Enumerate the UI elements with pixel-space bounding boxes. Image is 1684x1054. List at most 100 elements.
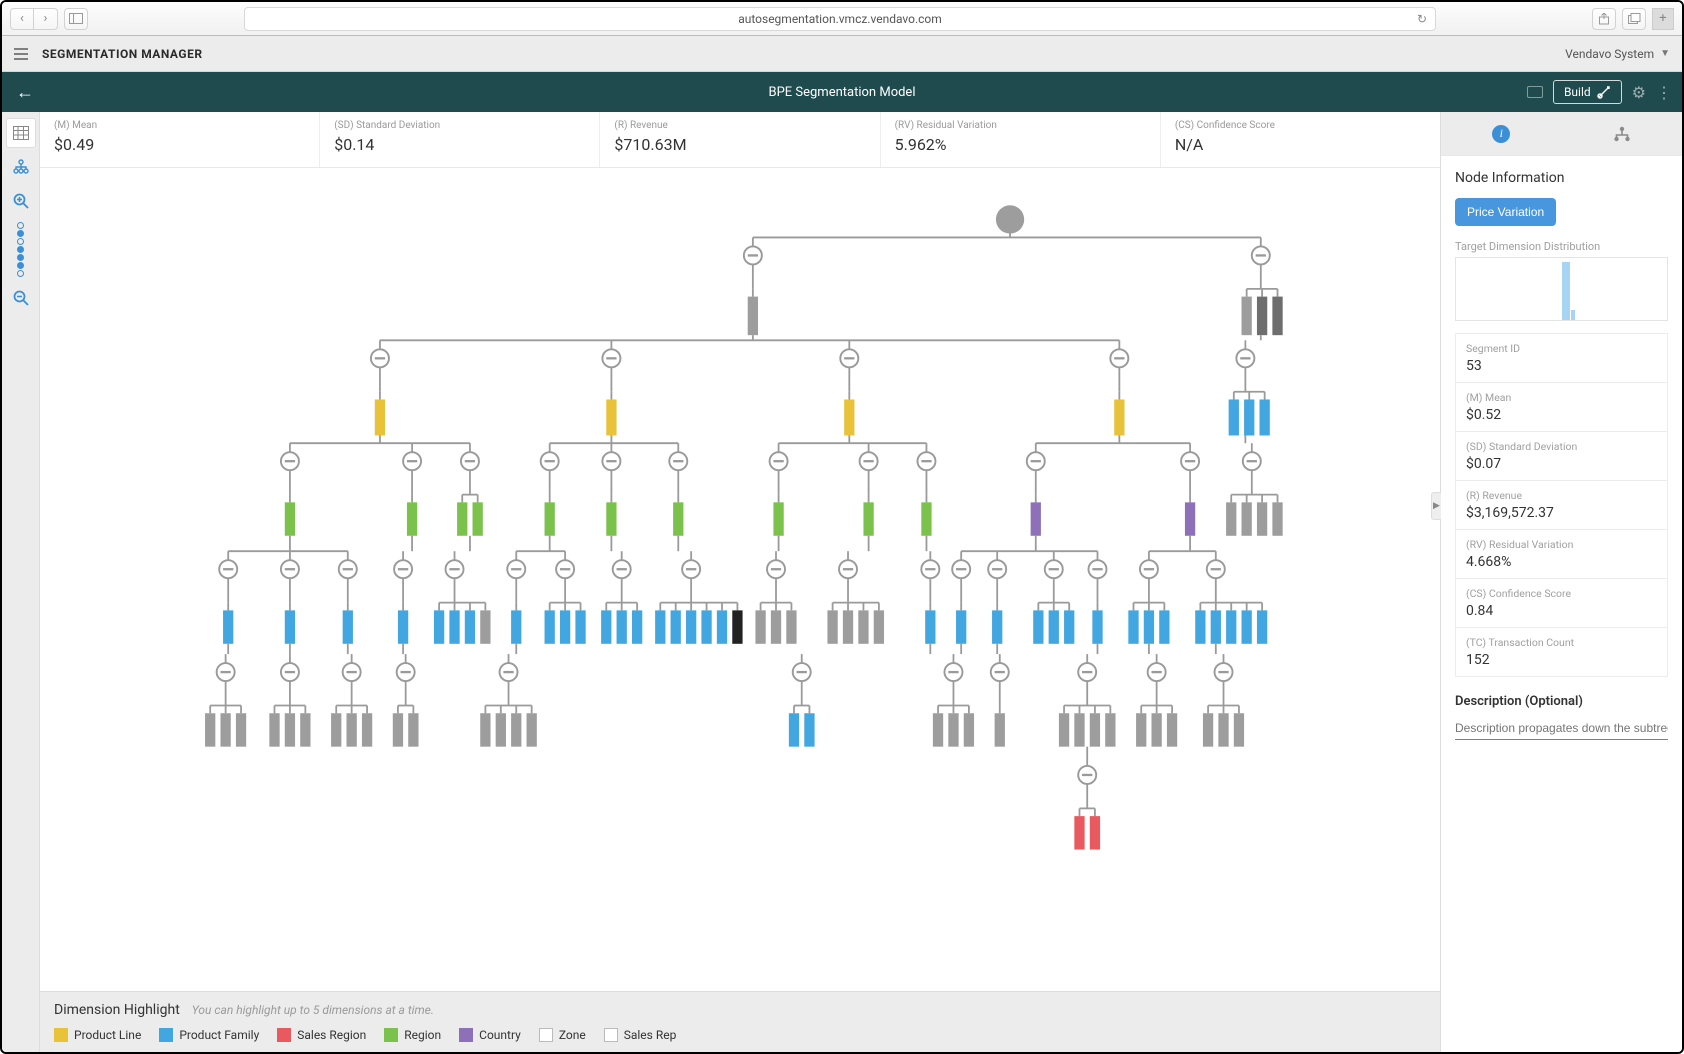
tree-node[interactable] — [331, 713, 341, 746]
tree-node[interactable] — [511, 713, 521, 746]
tree-node[interactable] — [964, 713, 974, 746]
tree-node[interactable] — [617, 610, 627, 643]
tree-node[interactable] — [732, 610, 742, 643]
tree-node[interactable] — [1136, 713, 1146, 746]
tree-node[interactable] — [925, 610, 935, 643]
tree-node[interactable] — [1272, 297, 1282, 336]
tree-node[interactable] — [655, 610, 665, 643]
tree-node[interactable] — [921, 502, 931, 535]
tree-node[interactable] — [375, 399, 385, 435]
tree-node[interactable] — [496, 713, 506, 746]
tree-node[interactable] — [347, 713, 357, 746]
tree-node[interactable] — [1226, 610, 1236, 643]
rail-level-indicator[interactable] — [17, 222, 24, 277]
tree-node[interactable] — [285, 610, 295, 643]
rail-tree-button[interactable] — [6, 152, 36, 182]
tree-node[interactable] — [1064, 610, 1074, 643]
reload-icon[interactable]: ↻ — [1417, 12, 1427, 26]
tree-node[interactable] — [1049, 610, 1059, 643]
tree-node[interactable] — [343, 610, 353, 643]
tree-node[interactable] — [408, 713, 418, 746]
tree-node[interactable] — [844, 399, 854, 435]
user-menu[interactable]: Vendavo System ▼ — [1565, 47, 1670, 61]
new-tab-button[interactable]: + — [1652, 8, 1674, 30]
tree-node[interactable] — [1152, 713, 1162, 746]
tree-node[interactable] — [560, 610, 570, 643]
tree-node[interactable] — [748, 297, 758, 336]
tree-node[interactable] — [285, 502, 295, 535]
tree-node[interactable] — [1090, 713, 1100, 746]
tree-node[interactable] — [1257, 502, 1267, 535]
browser-back-button[interactable]: ‹ — [10, 8, 34, 30]
tree-node[interactable] — [1211, 610, 1221, 643]
tree-node[interactable] — [789, 713, 799, 746]
tree-node[interactable] — [606, 502, 616, 535]
tree-node[interactable] — [285, 713, 295, 746]
tree-node[interactable] — [717, 610, 727, 643]
browser-sidebar-button[interactable] — [64, 8, 88, 30]
device-icon[interactable] — [1527, 86, 1543, 98]
tree-node[interactable] — [773, 502, 783, 535]
tree-node[interactable] — [457, 502, 467, 535]
tree-node[interactable] — [393, 713, 403, 746]
legend-item[interactable]: Country — [459, 1028, 521, 1042]
legend-item[interactable]: Sales Rep — [604, 1028, 677, 1042]
rail-table-button[interactable] — [6, 118, 36, 148]
legend-item[interactable]: Product Family — [159, 1028, 259, 1042]
tree-node[interactable] — [601, 610, 611, 643]
tree-node[interactable] — [575, 610, 585, 643]
tree-canvas[interactable] — [40, 168, 1440, 991]
info-tab[interactable]: i — [1441, 112, 1562, 155]
tree-node[interactable] — [480, 713, 490, 746]
tree-node[interactable] — [874, 610, 884, 643]
legend-item[interactable]: Zone — [539, 1028, 586, 1042]
legend-item[interactable]: Sales Region — [277, 1028, 366, 1042]
tree-node[interactable] — [511, 610, 521, 643]
tree-node[interactable] — [948, 713, 958, 746]
tree-node[interactable] — [701, 610, 711, 643]
browser-address-bar[interactable]: autosegmentation.vmcz.vendavo.com ↻ — [244, 7, 1436, 31]
tree-node[interactable] — [858, 610, 868, 643]
price-variation-button[interactable]: Price Variation — [1455, 198, 1556, 226]
tree-node[interactable] — [1260, 399, 1270, 435]
tree-node[interactable] — [1114, 399, 1124, 435]
more-icon[interactable]: ⋮ — [1656, 83, 1672, 102]
tree-node[interactable] — [1218, 713, 1228, 746]
tree-node[interactable] — [1092, 610, 1102, 643]
tree-node[interactable] — [1242, 610, 1252, 643]
tree-node[interactable] — [1074, 816, 1084, 849]
tree-node[interactable] — [755, 610, 765, 643]
structure-tab[interactable] — [1562, 112, 1683, 155]
tree-node[interactable] — [465, 610, 475, 643]
menu-icon[interactable] — [14, 48, 28, 60]
tree-node[interactable] — [527, 713, 537, 746]
tree-node[interactable] — [1128, 610, 1138, 643]
tree-node[interactable] — [545, 502, 555, 535]
tree-node[interactable] — [1203, 713, 1213, 746]
tree-node[interactable] — [992, 610, 1002, 643]
tree-node[interactable] — [407, 502, 417, 535]
tree-node[interactable] — [1226, 502, 1236, 535]
tree-node[interactable] — [1257, 610, 1267, 643]
tree-node[interactable] — [1195, 610, 1205, 643]
tree-node[interactable] — [1185, 502, 1195, 535]
rail-zoom-out-button[interactable] — [6, 283, 36, 313]
build-button[interactable]: Build — [1553, 80, 1622, 104]
tree-node[interactable] — [1074, 713, 1084, 746]
tree-node[interactable] — [863, 502, 873, 535]
tree-node[interactable] — [1272, 502, 1282, 535]
tree-node[interactable] — [1242, 502, 1252, 535]
tree-node[interactable] — [995, 713, 1005, 746]
tree-node[interactable] — [673, 502, 683, 535]
tree-node[interactable] — [223, 610, 233, 643]
tree-node[interactable] — [473, 502, 483, 535]
legend-item[interactable]: Product Line — [54, 1028, 141, 1042]
tree-node[interactable] — [686, 610, 696, 643]
tree-node[interactable] — [671, 610, 681, 643]
tabs-icon[interactable] — [1622, 8, 1646, 30]
tree-node[interactable] — [205, 713, 215, 746]
tree-node[interactable] — [545, 610, 555, 643]
tree-node[interactable] — [1242, 297, 1252, 336]
legend-item[interactable]: Region — [384, 1028, 441, 1042]
back-button[interactable]: ← — [16, 82, 34, 103]
